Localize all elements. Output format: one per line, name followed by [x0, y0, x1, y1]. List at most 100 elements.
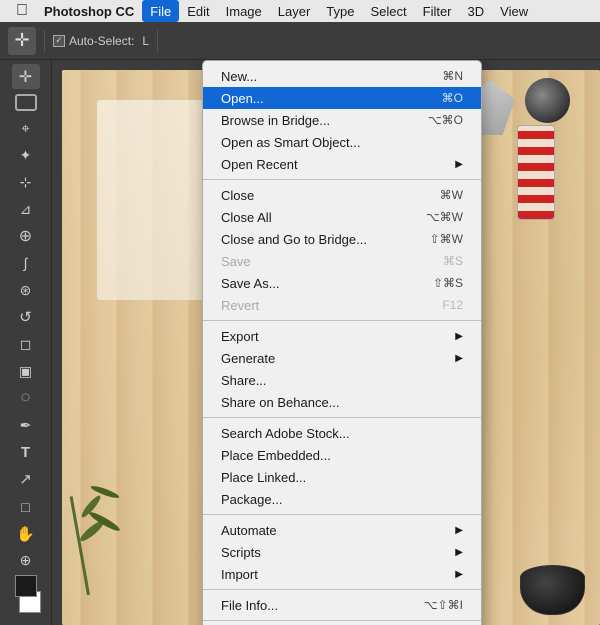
menu-item-package[interactable]: Package... [203, 488, 481, 510]
tool-lasso[interactable]: ⌖ [12, 116, 40, 141]
menu-item-file-info-label: File Info... [221, 598, 424, 613]
menu-item-revert-shortcut: F12 [442, 298, 463, 312]
menu-item-adobe-stock[interactable]: Search Adobe Stock... [203, 422, 481, 444]
menu-item-close-bridge[interactable]: Close and Go to Bridge... ⇧⌘W [203, 228, 481, 250]
menu-item-close-label: Close [221, 188, 440, 203]
left-tools-panel: ✛ ⌖ ✦ ⊹ ⊿ ⊕ ∫ ⊛ ↺ ◻ ▣ ◌ ✒ T ↗ □ ✋ ⊕ [0, 60, 52, 625]
menu-item-export[interactable]: Export ▶ [203, 325, 481, 347]
menu-item-save-shortcut: ⌘S [443, 254, 463, 268]
sphere-object [525, 78, 570, 123]
menubar-3d[interactable]: 3D [460, 0, 493, 22]
menubar-edit[interactable]: Edit [179, 0, 217, 22]
tool-crop[interactable]: ⊹ [12, 170, 40, 195]
tool-gradient[interactable]: ▣ [12, 359, 40, 384]
scripts-arrow: ▶ [455, 547, 463, 558]
automate-arrow: ▶ [455, 525, 463, 536]
menu-item-place-embedded-label: Place Embedded... [221, 448, 463, 463]
plant-decoration [72, 445, 132, 595]
menu-item-new-label: New... [221, 69, 442, 84]
menu-item-generate[interactable]: Generate ▶ [203, 347, 481, 369]
menubar-type[interactable]: Type [318, 0, 362, 22]
toolbar-divider-1 [44, 30, 45, 52]
menu-item-open-smart[interactable]: Open as Smart Object... [203, 131, 481, 153]
move-tool-icon[interactable]: ✛ [8, 27, 36, 55]
menu-item-close-bridge-label: Close and Go to Bridge... [221, 232, 430, 247]
menubar-filter[interactable]: Filter [415, 0, 460, 22]
tool-move[interactable]: ✛ [12, 64, 40, 89]
separator-3 [203, 417, 481, 418]
separator-1 [203, 179, 481, 180]
tool-magic-wand[interactable]: ✦ [12, 143, 40, 168]
menu-item-revert: Revert F12 [203, 294, 481, 316]
import-arrow: ▶ [455, 569, 463, 580]
menu-item-close-all[interactable]: Close All ⌥⌘W [203, 206, 481, 228]
menubar-file[interactable]: File [142, 0, 179, 22]
auto-select-label: ✓ Auto-Select: [53, 34, 134, 48]
menu-item-open-recent[interactable]: Open Recent ▶ [203, 153, 481, 175]
menu-item-generate-label: Generate [221, 351, 455, 366]
menu-item-new-shortcut: ⌘N [442, 69, 463, 83]
menubar-apple[interactable]:  [8, 0, 36, 22]
tool-zoom[interactable]: ⊕ [12, 548, 40, 573]
menu-item-share[interactable]: Share... [203, 369, 481, 391]
menu-item-share-label: Share... [221, 373, 463, 388]
menu-item-save-label: Save [221, 254, 443, 269]
tool-heal[interactable]: ⊕ [12, 224, 40, 249]
menu-item-close-bridge-shortcut: ⇧⌘W [430, 232, 463, 246]
main-area: ✛ ⌖ ✦ ⊹ ⊿ ⊕ ∫ ⊛ ↺ ◻ ▣ ◌ ✒ T ↗ □ ✋ ⊕ [0, 60, 600, 625]
tool-select-rect[interactable] [15, 94, 37, 111]
menubar-view[interactable]: View [492, 0, 536, 22]
foreground-color-swatch[interactable] [15, 575, 37, 597]
menu-item-behance-label: Share on Behance... [221, 395, 463, 410]
tool-dodge[interactable]: ◌ [12, 386, 40, 411]
tool-eraser[interactable]: ◻ [12, 332, 40, 357]
menu-item-browse-label: Browse in Bridge... [221, 113, 428, 128]
striped-container [517, 125, 555, 220]
menu-item-automate[interactable]: Automate ▶ [203, 519, 481, 541]
separator-6 [203, 620, 481, 621]
tool-path-select[interactable]: ↗ [12, 467, 40, 492]
menu-item-save-as[interactable]: Save As... ⇧⌘S [203, 272, 481, 294]
menubar-layer[interactable]: Layer [270, 0, 319, 22]
menu-item-save: Save ⌘S [203, 250, 481, 272]
menu-item-browse-shortcut: ⌥⌘O [428, 113, 463, 127]
tool-brush[interactable]: ∫ [12, 251, 40, 276]
menu-item-adobe-stock-label: Search Adobe Stock... [221, 426, 463, 441]
menu-item-close-all-shortcut: ⌥⌘W [426, 210, 463, 224]
auto-select-checkbox[interactable]: ✓ [53, 35, 65, 47]
menu-item-place-embedded[interactable]: Place Embedded... [203, 444, 481, 466]
menu-item-scripts[interactable]: Scripts ▶ [203, 541, 481, 563]
menubar-photoshop[interactable]: Photoshop CC [36, 0, 142, 22]
menu-item-browse[interactable]: Browse in Bridge... ⌥⌘O [203, 109, 481, 131]
menu-item-close-shortcut: ⌘W [440, 188, 463, 202]
tool-text[interactable]: T [12, 440, 40, 465]
tool-shape[interactable]: □ [12, 494, 40, 519]
menu-item-open-shortcut: ⌘O [442, 91, 463, 105]
auto-select-text: Auto-Select: [69, 34, 134, 48]
menu-item-close[interactable]: Close ⌘W [203, 184, 481, 206]
menubar-image[interactable]: Image [218, 0, 270, 22]
menu-item-open-recent-label: Open Recent [221, 157, 455, 172]
menu-item-save-as-label: Save As... [221, 276, 433, 291]
menu-item-file-info-shortcut: ⌥⇧⌘I [424, 598, 463, 612]
menu-item-import-label: Import [221, 567, 455, 582]
menu-item-place-linked[interactable]: Place Linked... [203, 466, 481, 488]
menu-item-open[interactable]: Open... ⌘O [203, 87, 481, 109]
open-recent-arrow: ▶ [455, 159, 463, 170]
canvas-area: New... ⌘N Open... ⌘O Browse in Bridge...… [52, 60, 600, 625]
tool-hand[interactable]: ✋ [12, 521, 40, 546]
menu-item-revert-label: Revert [221, 298, 442, 313]
menu-item-new[interactable]: New... ⌘N [203, 65, 481, 87]
menu-item-import[interactable]: Import ▶ [203, 563, 481, 585]
menubar:  Photoshop CC File Edit Image Layer Typ… [0, 0, 600, 22]
tool-eyedropper[interactable]: ⊿ [12, 197, 40, 222]
tool-clone[interactable]: ⊛ [12, 278, 40, 303]
tool-history[interactable]: ↺ [12, 305, 40, 330]
menubar-select[interactable]: Select [362, 0, 414, 22]
menu-item-automate-label: Automate [221, 523, 455, 538]
menu-item-save-as-shortcut: ⇧⌘S [433, 276, 463, 290]
menu-item-export-label: Export [221, 329, 455, 344]
menu-item-file-info[interactable]: File Info... ⌥⇧⌘I [203, 594, 481, 616]
tool-pen[interactable]: ✒ [12, 413, 40, 438]
menu-item-behance[interactable]: Share on Behance... [203, 391, 481, 413]
